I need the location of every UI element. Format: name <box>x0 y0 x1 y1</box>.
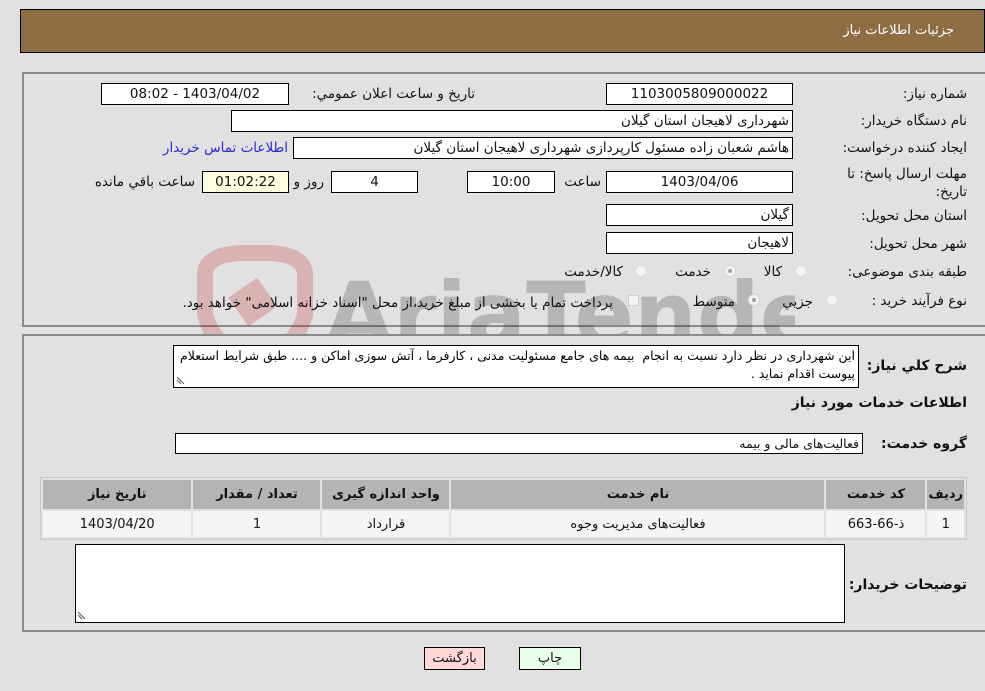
back-button[interactable]: بازگشت <box>424 647 485 670</box>
need-number-label: شماره نیاز: <box>902 86 967 102</box>
services-table: ردیف کد خدمت نام خدمت واحد اندازه گیری ت… <box>40 477 967 540</box>
buyer-notes-textarea[interactable] <box>75 544 845 623</box>
deadline-label-line1: مهلت ارسال پاسخ: تا <box>847 166 967 182</box>
time-remaining-label: ساعت باقي مانده <box>94 174 195 190</box>
col-row-number: ردیف <box>927 480 964 509</box>
category-option-service: خدمت <box>675 264 711 280</box>
purchase-option-medium: متوسط <box>692 294 735 310</box>
buyer-org-field: شهرداری لاهیجان استان گیلان <box>231 110 793 132</box>
category-option-goods-service: کالا/خدمت <box>564 264 623 280</box>
treasury-note: پرداخت تمام یا بخشی از مبلغ خرید،از محل … <box>182 295 613 311</box>
purchase-radio-medium[interactable] <box>748 294 760 306</box>
category-radio-goods[interactable] <box>795 265 807 277</box>
service-group-field: فعالیت‌های مالی و بیمه <box>175 433 863 454</box>
cell-service-name: فعالیت‌های مدیریت وجوه <box>451 511 825 537</box>
city-field: لاهیجان <box>606 232 793 254</box>
time-remaining-field: 01:02:22 <box>202 171 289 193</box>
page-title: جزئیات اطلاعات نیاز <box>843 23 954 38</box>
category-option-goods: کالا <box>763 264 782 280</box>
buyer-notes-label: توضیحات خریدار: <box>848 577 967 593</box>
buyer-org-label: نام دستگاه خریدار: <box>860 113 967 129</box>
col-service-name: نام خدمت <box>451 480 825 509</box>
cell-unit: قرارداد <box>322 511 450 537</box>
description-label: شرح كلي نياز: <box>866 358 967 374</box>
deadline-time-field: 10:00 <box>467 171 555 193</box>
province-label: استان محل تحویل: <box>861 208 967 224</box>
cell-need-date: 1403/04/20 <box>43 511 192 537</box>
city-label: شهر محل تحویل: <box>869 236 967 252</box>
services-table-header: ردیف کد خدمت نام خدمت واحد اندازه گیری ت… <box>43 480 964 509</box>
purchase-type-label: نوع فرآیند خرید : <box>871 293 967 309</box>
col-quantity: تعداد / مقدار <box>193 480 321 509</box>
page-header: جزئیات اطلاعات نیاز <box>20 9 985 53</box>
days-label: روز و <box>293 174 324 190</box>
resize-grip-icon[interactable] <box>176 376 185 385</box>
days-remaining-field: 4 <box>331 171 418 193</box>
table-row: 1 ذ-66-663 فعالیت‌های مدیریت وجوه قراردا… <box>43 511 964 537</box>
requester-label: ایجاد کننده درخواست: <box>842 140 967 156</box>
category-radio-service[interactable] <box>724 265 736 277</box>
services-section-title: اطلاعات خدمات مورد نیاز <box>791 395 967 411</box>
announce-datetime-field: 1403/04/02 - 08:02 <box>101 83 289 105</box>
requester-field: هاشم شعبان زاده مسئول کارپردازی شهرداری … <box>293 137 793 159</box>
deadline-time-label: ساعت <box>564 174 601 190</box>
resize-grip-icon[interactable] <box>77 611 86 620</box>
announce-datetime-label: تاریخ و ساعت اعلان عمومي: <box>312 86 475 102</box>
purchase-option-minor: جزيي <box>782 294 813 310</box>
deadline-label-line2: تاریخ: <box>935 184 967 200</box>
deadline-date-field: 1403/04/06 <box>606 171 793 193</box>
col-service-code: کد خدمت <box>826 480 926 509</box>
print-button[interactable]: چاپ <box>519 647 581 670</box>
buyer-contact-link[interactable]: اطلاعات تماس خریدار <box>163 140 288 156</box>
cell-quantity: 1 <box>193 511 321 537</box>
treasury-checkbox[interactable] <box>628 295 639 306</box>
col-unit: واحد اندازه گیری <box>322 480 450 509</box>
cell-row-number: 1 <box>927 511 964 537</box>
purchase-radio-minor[interactable] <box>826 294 838 306</box>
need-number-field: 1103005809000022 <box>606 83 793 105</box>
category-label: طبقه بندی موضوعی: <box>847 264 967 280</box>
category-radio-goods-service[interactable] <box>635 265 647 277</box>
col-need-date: تاریخ نیاز <box>43 480 192 509</box>
province-field: گیلان <box>606 204 793 226</box>
description-textarea[interactable]: این شهرداری در نظر دارد نسبت به انجام بی… <box>173 345 859 388</box>
cell-service-code: ذ-66-663 <box>826 511 926 537</box>
service-group-label: گروه خدمت: <box>881 436 967 452</box>
